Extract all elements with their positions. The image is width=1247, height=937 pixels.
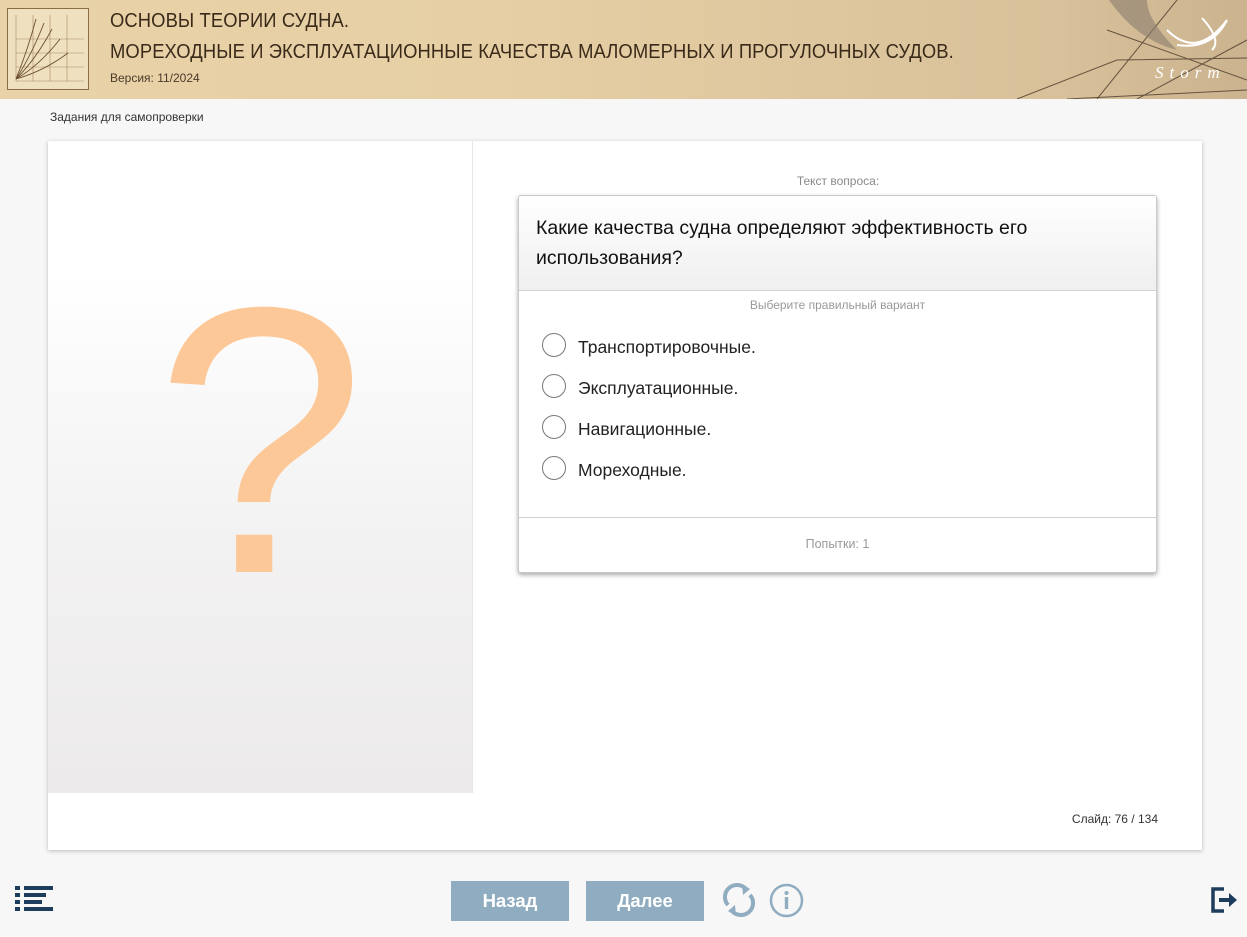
course-title-line-2: МОРЕХОДНЫЕ И ЭКСПЛУАТАЦИОННЫЕ КАЧЕСТВА М…: [110, 41, 954, 63]
slide-card: ? Текст вопроса: Какие качества судна оп…: [48, 141, 1202, 850]
radio-button[interactable]: [542, 333, 566, 357]
answer-option-label[interactable]: Эксплуатационные.: [578, 377, 738, 399]
info-button[interactable]: [769, 883, 804, 918]
attempts-counter: Попытки: 1: [519, 517, 1156, 572]
illustration-panel: ?: [48, 141, 473, 793]
course-logo: [7, 8, 89, 90]
storm-logo-text: Storm: [1155, 63, 1226, 82]
answer-hint: Выберите правильный вариант: [749, 298, 926, 312]
question-mark-icon: ?: [154, 228, 367, 653]
breadcrumb: Задания для самопроверки: [50, 110, 204, 124]
question-box: Какие качества судна определяют эффектив…: [518, 195, 1157, 573]
reload-icon: [722, 882, 756, 918]
answer-option-label[interactable]: Навигационные.: [578, 418, 711, 440]
answer-option[interactable]: Мореходные.: [542, 456, 1156, 500]
answer-option[interactable]: Транспортировочные.: [542, 333, 1156, 377]
radio-button[interactable]: [542, 456, 566, 480]
menu-button[interactable]: [15, 886, 53, 912]
exit-button[interactable]: [1210, 886, 1238, 914]
back-button[interactable]: Назад: [451, 881, 569, 921]
course-title-line-1: ОСНОВЫ ТЕОРИИ СУДНА.: [110, 10, 350, 32]
answer-options: Транспортировочные. Эксплуатационные. На…: [519, 312, 1156, 500]
next-button[interactable]: Далее: [586, 881, 704, 921]
course-header: ОСНОВЫ ТЕОРИИ СУДНА. МОРЕХОДНЫЕ И ЭКСПЛУ…: [0, 0, 1247, 99]
version-label: Версия: 11/2024: [110, 71, 200, 85]
radio-button[interactable]: [542, 374, 566, 398]
menu-icon: [15, 886, 53, 911]
answer-option-label[interactable]: Мореходные.: [578, 459, 687, 481]
storm-logo: Storm: [1016, 0, 1247, 99]
slide-counter: Слайд: 76 / 134: [1071, 812, 1158, 826]
stability-diagram-icon: [15, 15, 84, 82]
radio-button[interactable]: [542, 415, 566, 439]
exit-icon: [1211, 887, 1237, 913]
question-caption: Текст вопроса:: [796, 174, 880, 188]
info-icon: [769, 883, 804, 918]
reload-button[interactable]: [720, 881, 758, 919]
answer-option[interactable]: Навигационные.: [542, 415, 1156, 459]
question-header: Какие качества судна определяют эффектив…: [519, 196, 1156, 291]
question-text: Какие качества судна определяют эффектив…: [536, 217, 1028, 269]
answer-option[interactable]: Эксплуатационные.: [542, 374, 1156, 418]
answer-option-label[interactable]: Транспортировочные.: [578, 336, 756, 358]
